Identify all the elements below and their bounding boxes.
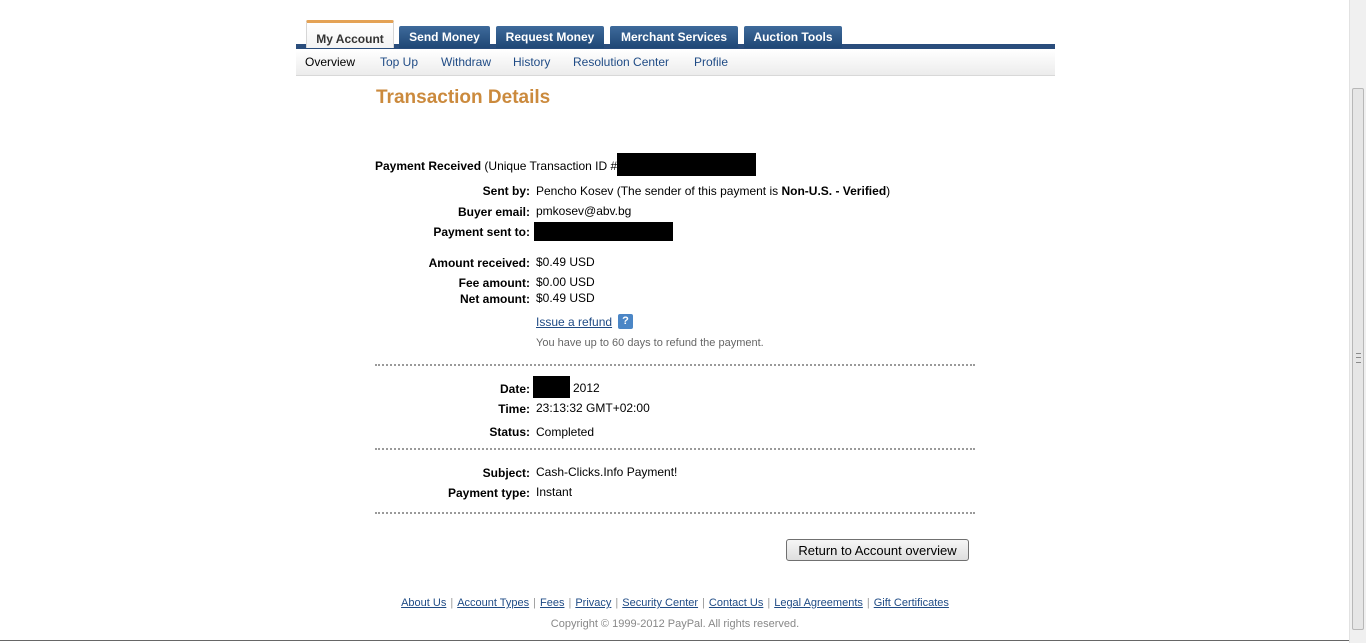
sent-by-value: Pencho Kosev (The sender of this payment… — [536, 184, 890, 198]
redacted-transaction-id — [617, 153, 756, 176]
subnav-resolution-center[interactable]: Resolution Center — [573, 55, 669, 69]
scrollbar-grip-icon — [1356, 353, 1361, 363]
footer-link-gift-certificates[interactable]: Gift Certificates — [874, 597, 949, 609]
amount-received-value: $0.49 USD — [536, 255, 595, 269]
tab-merchant-services[interactable]: Merchant Services — [610, 26, 738, 48]
net-amount-label: Net amount: — [460, 292, 530, 306]
redacted-date — [533, 376, 570, 398]
time-label: Time: — [498, 402, 530, 416]
amount-received-label: Amount received: — [428, 256, 530, 270]
footer-link-account-types[interactable]: Account Types — [457, 597, 529, 609]
divider — [375, 364, 975, 366]
fee-amount-label: Fee amount: — [458, 276, 530, 290]
date-year: 2012 — [573, 381, 600, 395]
subject-label: Subject: — [482, 466, 530, 480]
tab-request-money[interactable]: Request Money — [496, 26, 604, 48]
main-tabs: My Account Send Money Request Money Merc… — [296, 20, 1055, 50]
net-amount-value: $0.49 USD — [536, 291, 595, 305]
return-to-account-overview-button[interactable]: Return to Account overview — [786, 539, 969, 561]
footer-link-contact-us[interactable]: Contact Us — [709, 597, 763, 609]
status-label: Status: — [489, 425, 530, 439]
subnav-withdraw[interactable]: Withdraw — [441, 55, 491, 69]
payment-type-value: Instant — [536, 485, 573, 499]
vertical-scrollbar[interactable] — [1349, 0, 1366, 643]
window-bottom-edge — [0, 640, 1349, 641]
footer-link-privacy[interactable]: Privacy — [575, 597, 611, 609]
sender-name: Pencho Kosev (The sender of this payment… — [536, 184, 782, 198]
subnav-profile[interactable]: Profile — [694, 55, 728, 69]
sender-close: ) — [886, 184, 891, 198]
copyright: Copyright © 1999-2012 PayPal. All rights… — [550, 618, 800, 630]
tab-send-money[interactable]: Send Money — [399, 26, 490, 48]
tab-my-account[interactable]: My Account — [306, 20, 394, 48]
transaction-id-prefix: (Unique Transaction ID # — [484, 159, 618, 173]
status-value: Completed — [536, 425, 595, 439]
subnav-overview[interactable]: Overview — [305, 55, 355, 69]
footer-link-legal-agreements[interactable]: Legal Agreements — [774, 597, 863, 609]
sent-by-label: Sent by: — [482, 184, 530, 198]
footer-link-about-us[interactable]: About Us — [401, 597, 446, 609]
date-label: Date: — [499, 382, 530, 396]
fee-amount-value: $0.00 USD — [536, 275, 595, 289]
divider — [375, 512, 975, 514]
footer-link-security-center[interactable]: Security Center — [622, 597, 698, 609]
payment-heading: Payment Received — [375, 159, 482, 173]
issue-refund-link[interactable]: Issue a refund — [536, 315, 612, 329]
payment-heading-row: Payment Received (Unique Transaction ID … — [375, 159, 617, 173]
subnav-top-up[interactable]: Top Up — [380, 55, 418, 69]
help-icon[interactable]: ? — [618, 314, 633, 329]
subnav-history[interactable]: History — [513, 55, 550, 69]
tab-auction-tools[interactable]: Auction Tools — [744, 26, 842, 48]
payment-sent-to-label: Payment sent to: — [433, 225, 530, 239]
page-title: Transaction Details — [376, 87, 551, 108]
subject-value: Cash-Clicks.Info Payment! — [536, 465, 678, 479]
payment-type-label: Payment type: — [447, 486, 530, 500]
sub-navigation: Overview Top Up Withdraw History Resolut… — [296, 50, 1055, 76]
footer-links: About Us | Account Types | Fees | Privacy | Secu… — [401, 597, 949, 609]
buyer-email-value: pmkosev@abv.bg — [536, 204, 632, 218]
footer-link-fees[interactable]: Fees — [540, 597, 564, 609]
divider — [375, 448, 975, 450]
scrollbar-thumb[interactable] — [1352, 88, 1364, 630]
buyer-email-label: Buyer email: — [457, 205, 530, 219]
refund-note: You have up to 60 days to refund the pay… — [536, 337, 764, 349]
time-value: 23:13:32 GMT+02:00 — [536, 401, 650, 415]
redacted-recipient — [534, 222, 673, 241]
sender-status: Non-U.S. - Verified — [781, 184, 887, 198]
